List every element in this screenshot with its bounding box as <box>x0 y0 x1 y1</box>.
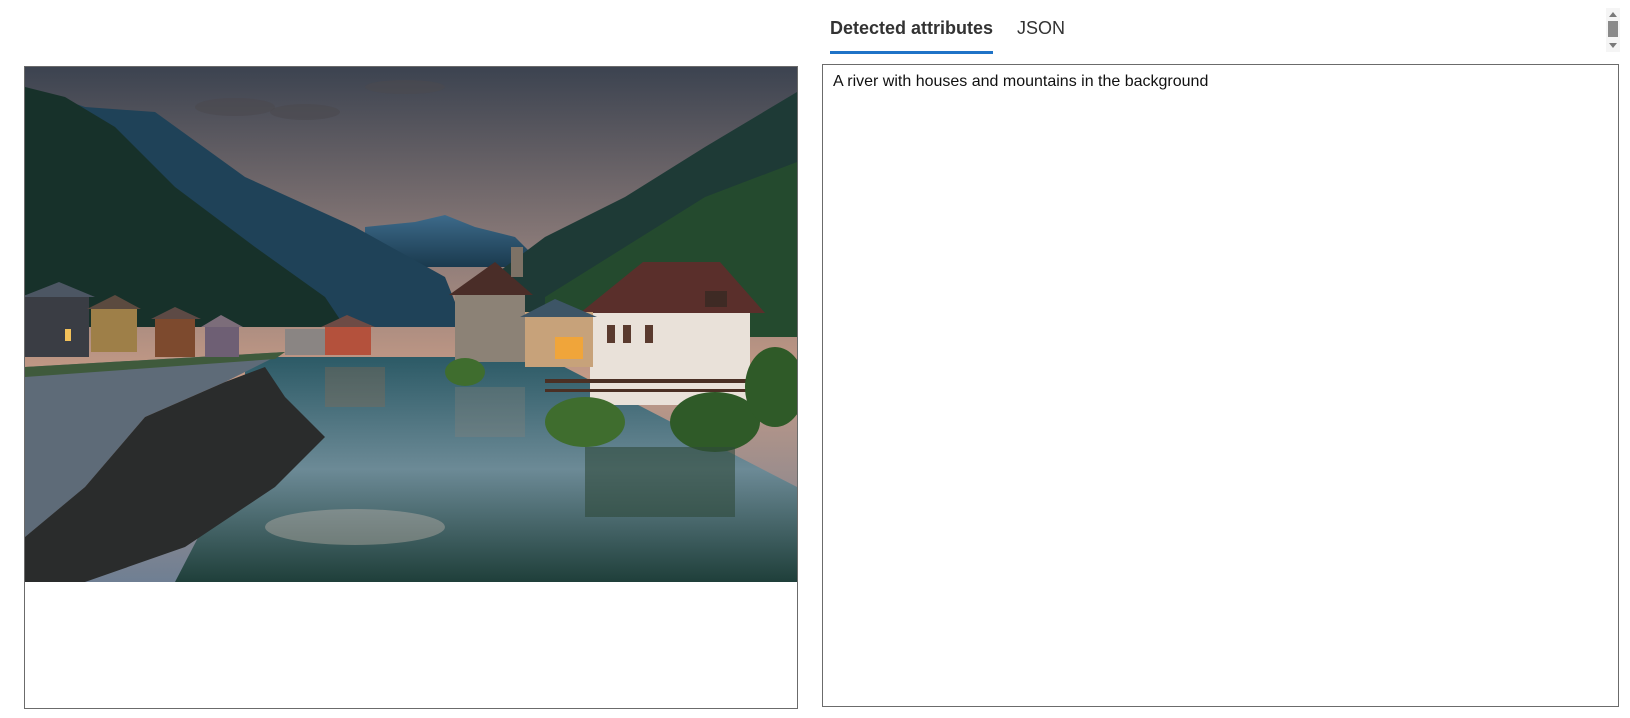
image-panel <box>24 66 798 709</box>
scroll-down-icon[interactable] <box>1609 43 1617 48</box>
tabs-scrollbar[interactable] <box>1606 8 1620 52</box>
detected-attributes-panel: A river with houses and mountains in the… <box>822 64 1619 707</box>
scroll-up-icon[interactable] <box>1609 12 1617 17</box>
scroll-thumb[interactable] <box>1608 21 1618 37</box>
uploaded-photo <box>25 67 797 582</box>
tab-json[interactable]: JSON <box>1017 18 1065 54</box>
caption-text: A river with houses and mountains in the… <box>833 73 1209 90</box>
result-tabs: Detected attributes JSON <box>830 0 1089 54</box>
tab-detected-attributes[interactable]: Detected attributes <box>830 18 994 54</box>
